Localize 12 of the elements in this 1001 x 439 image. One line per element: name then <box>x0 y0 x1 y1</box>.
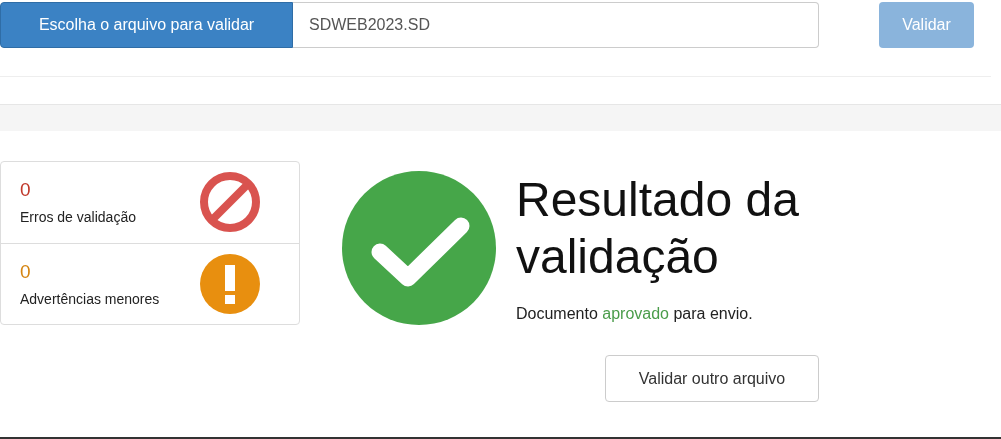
summary-label: Advertências menores <box>20 290 160 307</box>
result-message: Documento aprovado para envio. <box>516 305 754 323</box>
prohibited-icon <box>199 171 261 234</box>
count: 0 <box>20 179 32 202</box>
validate-another-button[interactable]: Validar outro arquivo <box>605 355 819 402</box>
exclamation-icon <box>199 252 261 315</box>
file-name-field[interactable]: SDWEB2023.SD <box>293 2 819 48</box>
result-title: Resultado da validação <box>516 172 800 285</box>
choose-file-button[interactable]: Escolha o arquivo para validar <box>0 2 293 48</box>
summary-label: Erros de validação <box>20 209 136 226</box>
check-circle-icon <box>342 171 496 325</box>
count: 0 <box>20 260 32 283</box>
